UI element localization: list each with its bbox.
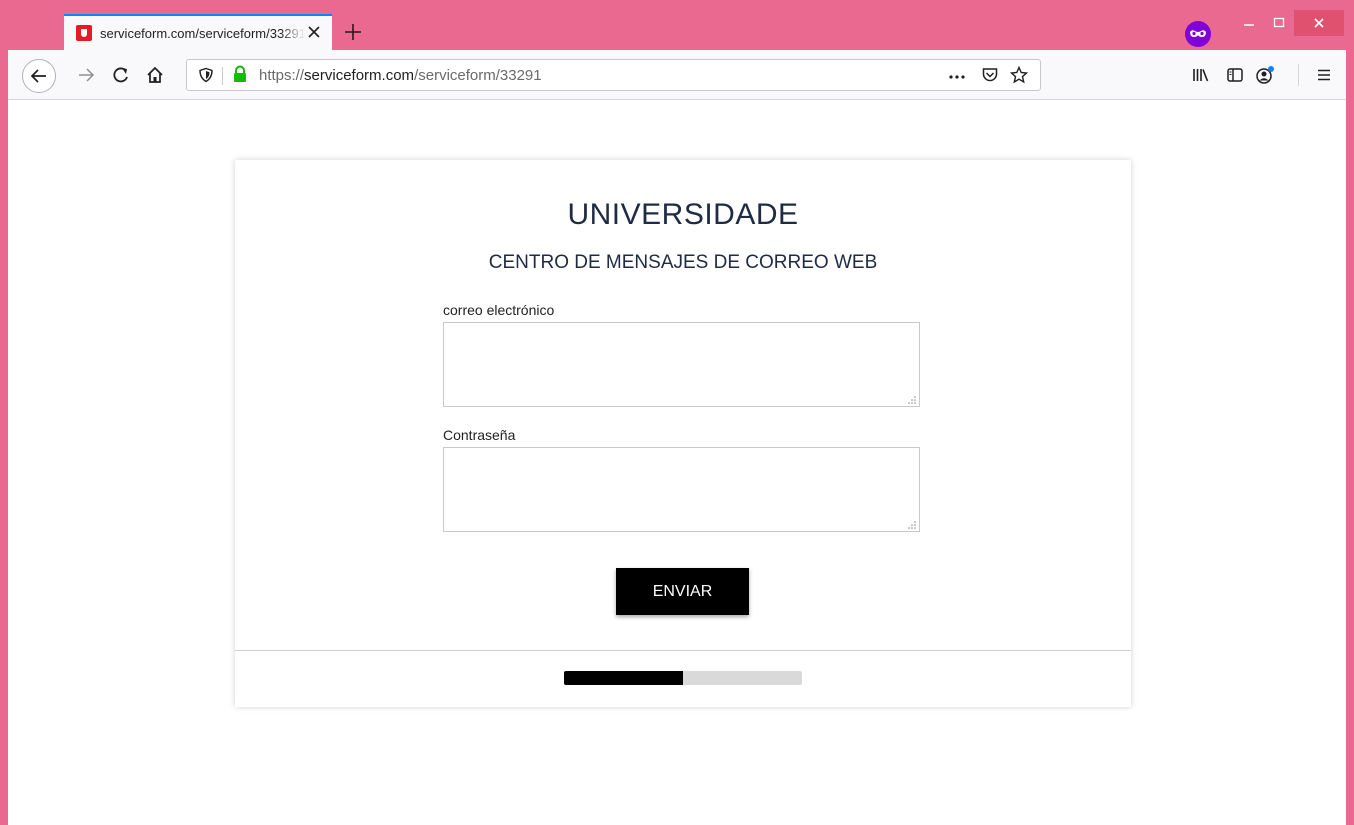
page-title: UNIVERSIDADE (567, 198, 799, 231)
sidebar-button[interactable] (1223, 63, 1247, 87)
pocket-icon[interactable] (981, 66, 999, 84)
submit-button[interactable]: ENVIAR (616, 568, 749, 615)
close-tab-icon[interactable] (306, 24, 322, 40)
title-bar: serviceform.com/serviceform/33291 (0, 0, 1354, 50)
private-browsing-icon (1185, 21, 1211, 47)
close-window-button[interactable] (1294, 10, 1344, 36)
url-text[interactable]: https://serviceform.com/serviceform/3329… (259, 67, 542, 84)
library-button[interactable] (1189, 63, 1213, 87)
page-viewport: UNIVERSIDADE CENTRO DE MENSAJES DE CORRE… (8, 100, 1346, 825)
minimize-icon (1244, 24, 1254, 26)
home-icon (147, 66, 163, 83)
tab-title: serviceform.com/serviceform/33291 (100, 25, 305, 41)
browser-tab[interactable]: serviceform.com/serviceform/33291 (64, 14, 332, 50)
progress-bar (564, 671, 802, 685)
forward-arrow-icon (79, 68, 95, 82)
resize-grip-icon[interactable] (907, 394, 917, 404)
back-button[interactable] (22, 59, 56, 93)
password-label: Contraseña (443, 427, 516, 443)
account-button[interactable] (1253, 63, 1277, 87)
address-bar[interactable]: https://serviceform.com/serviceform/3329… (186, 59, 1041, 91)
forward-button[interactable] (74, 63, 98, 87)
new-tab-icon[interactable] (341, 20, 365, 44)
navigation-bar: https://serviceform.com/serviceform/3329… (8, 50, 1346, 100)
reload-icon (113, 67, 128, 83)
minimize-button[interactable] (1234, 10, 1264, 36)
reload-button[interactable] (109, 63, 133, 87)
sidebar-icon (1227, 68, 1243, 82)
maximize-button[interactable] (1264, 10, 1294, 36)
card-divider (235, 650, 1131, 651)
email-label: correo electrónico (443, 302, 555, 318)
toolbar-separator (1298, 64, 1299, 86)
menu-button[interactable] (1312, 63, 1336, 87)
bookmark-star-icon[interactable] (1010, 66, 1028, 84)
page-subtitle: CENTRO DE MENSAJES DE CORREO WEB (488, 252, 878, 273)
account-icon (1256, 66, 1274, 84)
progress-fill (564, 671, 683, 685)
maximize-icon (1273, 17, 1285, 28)
login-card: UNIVERSIDADE CENTRO DE MENSAJES DE CORRE… (235, 160, 1131, 707)
close-window-icon (1314, 18, 1324, 28)
url-separator (222, 67, 223, 85)
resize-grip-icon[interactable] (907, 519, 917, 529)
hamburger-menu-icon (1318, 69, 1330, 81)
library-icon (1193, 69, 1209, 82)
email-field[interactable] (443, 322, 920, 407)
home-button[interactable] (143, 63, 167, 87)
password-field[interactable] (443, 447, 920, 532)
site-favicon-icon (76, 25, 92, 41)
lock-icon[interactable] (232, 65, 248, 83)
back-arrow-icon (30, 69, 46, 83)
tracking-shield-icon[interactable] (198, 67, 214, 83)
page-actions-icon[interactable] (948, 67, 966, 85)
